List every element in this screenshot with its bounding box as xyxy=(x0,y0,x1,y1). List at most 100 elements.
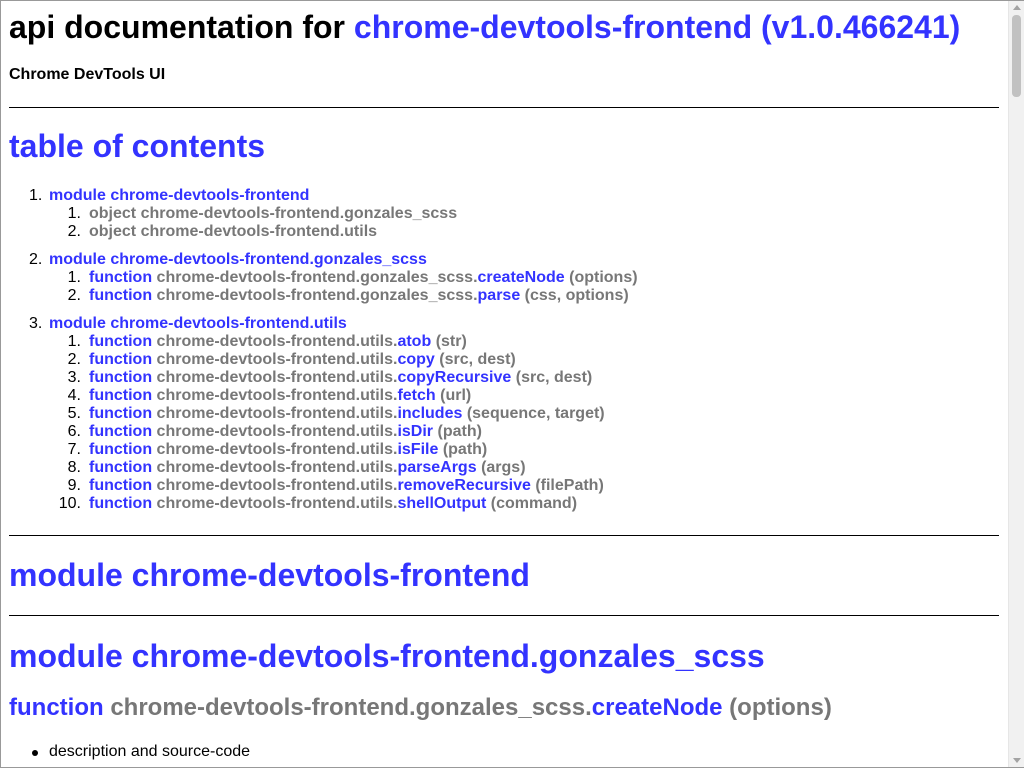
entry-path: chrome-devtools-frontend.utils. xyxy=(156,477,398,494)
entry-args: (path) xyxy=(437,423,482,440)
list-number: 1. xyxy=(29,187,43,204)
toc-module-item: 1. module chrome-devtools-frontend 1. objec… xyxy=(9,187,638,241)
entry-name-link[interactable]: copyRecursive xyxy=(397,369,511,386)
entry-path: chrome-devtools-frontend.utils. xyxy=(156,495,398,512)
function-path: chrome-devtools-frontend.gonzales_scss. xyxy=(110,694,592,721)
entry-kind[interactable]: function xyxy=(89,287,152,304)
list-number: 4. xyxy=(67,387,81,404)
entry-name-link[interactable]: isFile xyxy=(397,441,438,458)
entry-kind[interactable]: function xyxy=(89,333,152,350)
scroll-down-arrow-icon[interactable] xyxy=(1013,758,1021,763)
list-number: 2. xyxy=(67,223,81,240)
entry-args: (src, dest) xyxy=(515,369,593,386)
entry-args: (path) xyxy=(442,441,488,458)
entry-kind[interactable]: function xyxy=(89,387,152,404)
entry-kind[interactable]: function xyxy=(89,495,152,512)
function-heading: function chrome-devtools-frontend.gonzal… xyxy=(9,694,832,722)
entry-path: chrome-devtools-frontend.utils. xyxy=(156,459,398,476)
entry-name-link[interactable]: shellOutput xyxy=(397,495,486,512)
entry-path: chrome-devtools-frontend.utils. xyxy=(156,369,398,386)
toc-entry: 1. function chrome-devtools-frontend.util… xyxy=(9,333,638,351)
list-number: 1. xyxy=(67,333,81,350)
entry-path: chrome-devtools-frontend.utils. xyxy=(156,405,398,422)
entry-path: chrome-devtools-frontend.utils. xyxy=(156,423,398,440)
toc-entry: 3. function chrome-devtools-frontend.util… xyxy=(9,369,638,387)
list-number: 9. xyxy=(67,477,81,494)
title-prefix: api documentation for xyxy=(9,9,354,45)
entry-kind[interactable]: function xyxy=(89,369,152,386)
function-args: (options) xyxy=(729,694,832,721)
function-name-link[interactable]: createNode xyxy=(592,694,723,721)
toc-module-link[interactable]: module chrome-devtools-frontend xyxy=(49,187,309,204)
entry-name-link[interactable]: removeRecursive xyxy=(397,477,530,494)
entry-args: (css, options) xyxy=(524,287,629,304)
list-number: 1. xyxy=(67,205,81,222)
entry-kind[interactable]: function xyxy=(89,351,152,368)
toc-entry: 2. function chrome-devtools-frontend.util… xyxy=(9,351,638,369)
toc-entry: 5. function chrome-devtools-frontend.util… xyxy=(9,405,638,423)
toc-entry: 6. function chrome-devtools-frontend.util… xyxy=(9,423,638,441)
entry-kind[interactable]: function xyxy=(89,405,152,422)
toc-entry: 8. function chrome-devtools-frontend.util… xyxy=(9,459,638,477)
entry-args: (args) xyxy=(481,459,526,476)
list-number: 7. xyxy=(67,441,81,458)
entry-args: (url) xyxy=(440,387,472,404)
entry-name-link[interactable]: fetch xyxy=(397,387,435,404)
list-number: 6. xyxy=(67,423,81,440)
toc-heading[interactable]: table of contents xyxy=(9,128,265,165)
entry-name-link[interactable]: parse xyxy=(478,287,521,304)
list-number: 2. xyxy=(67,287,81,304)
list-number: 3. xyxy=(29,315,43,332)
toc-entry: 1. function chrome-devtools-frontend.gonz… xyxy=(9,269,638,287)
title-link[interactable]: chrome-devtools-frontend (v1.0.466241) xyxy=(354,9,960,45)
list-number: 2. xyxy=(67,351,81,368)
list-number: 3. xyxy=(67,369,81,386)
list-number: 8. xyxy=(67,459,81,476)
toc-entry: 4. function chrome-devtools-frontend.util… xyxy=(9,387,638,405)
page-title: api documentation for chrome-devtools-fr… xyxy=(9,9,960,45)
entry-name-link[interactable]: atob xyxy=(397,333,431,350)
entry-kind: object xyxy=(89,205,137,222)
entry-path: chrome-devtools-frontend.utils xyxy=(140,223,378,240)
divider xyxy=(9,615,999,616)
toc-entry: 2. function chrome-devtools-frontend.gonz… xyxy=(9,287,638,305)
scroll-up-arrow-icon[interactable] xyxy=(1013,5,1021,10)
list-number: 2. xyxy=(29,251,43,268)
toc-module-item: 2. module chrome-devtools-frontend.gonzal… xyxy=(9,251,638,305)
entry-kind[interactable]: function xyxy=(89,477,152,494)
toc-entry: 9. function chrome-devtools-frontend.util… xyxy=(9,477,638,495)
toc-entry: 2. object chrome-devtools-frontend.utils xyxy=(9,223,638,241)
entry-args: (str) xyxy=(435,333,467,350)
entry-name-link[interactable]: includes xyxy=(397,405,462,422)
entry-name-link[interactable]: parseArgs xyxy=(397,459,476,476)
module-heading-frontend[interactable]: module chrome-devtools-frontend xyxy=(9,557,530,594)
entry-kind[interactable]: function xyxy=(89,459,152,476)
entry-args: (sequence, target) xyxy=(466,405,605,422)
module-heading-gonzales-scss[interactable]: module chrome-devtools-frontend.gonzales… xyxy=(9,638,765,675)
entry-path: chrome-devtools-frontend.gonzales_scss xyxy=(140,205,458,222)
divider xyxy=(9,107,999,108)
entry-path: chrome-devtools-frontend.utils. xyxy=(156,387,398,404)
entry-kind[interactable]: function xyxy=(89,441,152,458)
entry-path: chrome-devtools-frontend.gonzales_scss. xyxy=(156,287,478,304)
toc-module-link[interactable]: module chrome-devtools-frontend.utils xyxy=(49,315,347,332)
entry-kind[interactable]: function xyxy=(89,423,152,440)
toc-entry: 1. object chrome-devtools-frontend.gonzal… xyxy=(9,205,638,223)
entry-name-link[interactable]: createNode xyxy=(478,269,565,286)
entry-name-link[interactable]: isDir xyxy=(397,423,433,440)
list-number: 10. xyxy=(58,495,81,512)
vertical-scrollbar[interactable] xyxy=(1008,1,1024,767)
entry-path: chrome-devtools-frontend.utils. xyxy=(156,351,398,368)
entry-path: chrome-devtools-frontend.utils. xyxy=(156,441,398,458)
scroll-thumb[interactable] xyxy=(1012,15,1021,97)
toc-module-link[interactable]: module chrome-devtools-frontend.gonzales… xyxy=(49,251,427,268)
entry-args: (options) xyxy=(569,269,638,286)
list-number: 5. xyxy=(67,405,81,422)
entry-kind[interactable]: function xyxy=(89,269,152,286)
function-kind-link[interactable]: function xyxy=(9,694,104,721)
description-bullet: description and source-code xyxy=(49,743,251,760)
entry-args: (src, dest) xyxy=(439,351,516,368)
table-of-contents: 1. module chrome-devtools-frontend 1. objec… xyxy=(9,187,638,523)
entry-args: (command) xyxy=(490,495,578,512)
entry-name-link[interactable]: copy xyxy=(397,351,434,368)
